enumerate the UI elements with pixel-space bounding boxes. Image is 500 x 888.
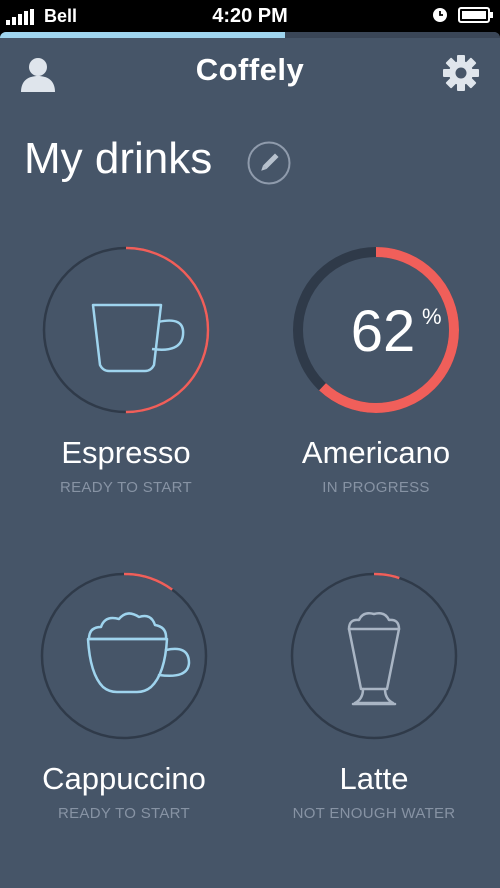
battery-icon — [458, 7, 493, 23]
cappuccino-ring — [40, 572, 208, 740]
clock-icon — [433, 8, 447, 22]
page-title: My drinks — [24, 134, 213, 183]
progress-percent: 62 — [351, 299, 416, 364]
drink-name: Latte — [339, 761, 409, 796]
drink-name: Cappuccino — [42, 761, 206, 796]
americano-ring: 62 % — [293, 247, 459, 413]
app-screen: Coffely My drinks Espresso READY TO STAR… — [0, 32, 500, 888]
top-progress-fill — [0, 32, 285, 38]
drink-status: IN PROGRESS — [322, 479, 430, 496]
pencil-icon[interactable] — [247, 141, 291, 185]
espresso-ring — [42, 246, 210, 414]
status-bar: Bell 4:20 PM — [0, 0, 500, 32]
drink-status: NOT ENOUGH WATER — [292, 805, 456, 822]
status-time: 4:20 PM — [212, 5, 288, 27]
drink-status: READY TO START — [57, 805, 190, 822]
app-title: Coffely — [195, 52, 305, 87]
drink-card-latte[interactable]: Latte NOT ENOUGH WATER — [274, 571, 474, 822]
drink-name: Americano — [301, 435, 451, 470]
drink-status: READY TO START — [59, 479, 192, 496]
top-progress-track — [0, 32, 500, 38]
status-bar-right — [432, 7, 494, 23]
percent-sign: % — [422, 304, 442, 329]
cappuccino-cup-icon — [86, 612, 191, 694]
drink-card-espresso[interactable]: Espresso READY TO START — [26, 245, 226, 496]
gear-icon[interactable] — [442, 54, 480, 92]
latte-glass-icon — [347, 612, 401, 706]
espresso-cup-icon — [91, 303, 185, 373]
drink-card-americano[interactable]: 62 % Americano IN PROGRESS — [276, 245, 476, 496]
drink-name: Espresso — [61, 435, 191, 470]
latte-ring — [290, 572, 458, 740]
drink-card-cappuccino[interactable]: Cappuccino READY TO START — [24, 571, 224, 822]
